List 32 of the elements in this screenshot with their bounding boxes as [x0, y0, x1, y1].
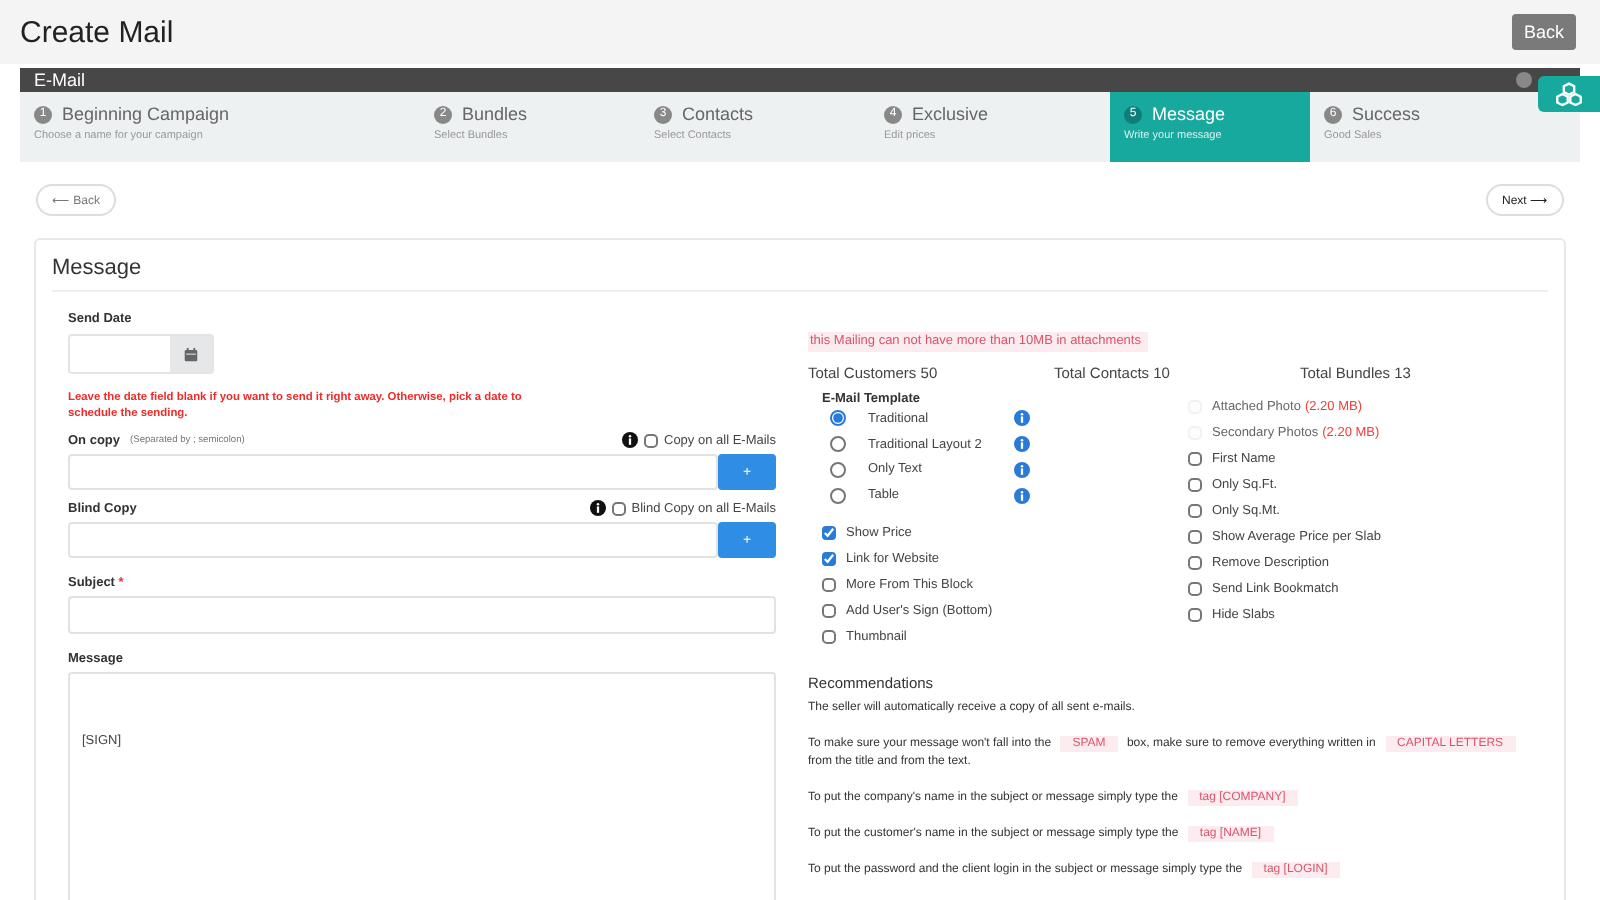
floating-button[interactable] — [1538, 76, 1600, 112]
radio-button[interactable] — [830, 436, 846, 453]
info-icon[interactable] — [622, 432, 638, 449]
subject-field[interactable] — [68, 596, 776, 635]
radio-button[interactable] — [830, 410, 846, 427]
checkbox[interactable] — [822, 578, 836, 593]
checkbox[interactable] — [1188, 478, 1202, 492]
circle-icon[interactable] — [1516, 72, 1532, 88]
email-field[interactable] — [68, 454, 718, 491]
checkbox[interactable] — [644, 433, 658, 448]
email-field[interactable] — [68, 522, 718, 559]
back-button[interactable]: Back — [1511, 14, 1576, 50]
section-title: Message — [52, 240, 1548, 292]
cubes-icon — [1556, 82, 1582, 106]
checkbox[interactable] — [822, 552, 836, 567]
checkbox[interactable] — [1188, 504, 1202, 518]
checkbox[interactable] — [611, 501, 626, 516]
checkbox[interactable] — [1188, 608, 1202, 622]
radio-button[interactable] — [830, 461, 846, 478]
radio-button[interactable] — [830, 487, 846, 504]
checkbox[interactable] — [1188, 582, 1202, 596]
checkbox[interactable] — [822, 604, 836, 619]
checkbox[interactable] — [822, 526, 836, 541]
info-icon[interactable] — [589, 500, 606, 517]
calendar-icon — [184, 347, 198, 361]
checkbox[interactable] — [822, 630, 836, 645]
checkbox[interactable] — [1188, 452, 1202, 466]
page-title: Create Mail — [20, 15, 174, 49]
checkbox[interactable] — [1188, 556, 1202, 570]
date-field[interactable] — [68, 334, 214, 374]
checkbox[interactable] — [1188, 530, 1202, 544]
panel-title: E-Mail — [34, 70, 86, 90]
